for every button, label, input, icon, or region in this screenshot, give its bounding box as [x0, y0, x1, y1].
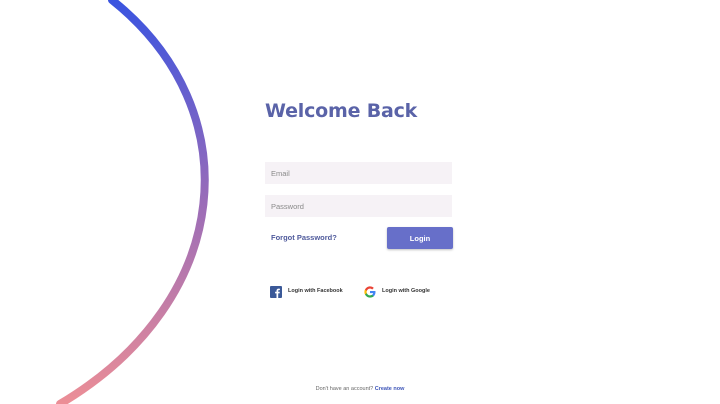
login-button[interactable]: Login — [387, 227, 453, 249]
facebook-label: Login with Facebook — [288, 288, 343, 294]
create-account-link[interactable]: Create now — [375, 386, 405, 392]
signup-prompt: Don't have an account? Create now — [0, 386, 720, 392]
login-page: Welcome Back Forgot Password? Login Logi… — [0, 0, 720, 404]
forgot-password-link[interactable]: Forgot Password? — [271, 233, 337, 242]
login-with-facebook-button[interactable]: Login with Facebook — [270, 285, 343, 298]
email-field[interactable] — [265, 162, 452, 184]
facebook-icon — [270, 285, 282, 298]
signup-prompt-text: Don't have an account? — [315, 386, 374, 392]
page-title: Welcome Back — [265, 100, 418, 122]
login-with-google-button[interactable]: Login with Google — [364, 285, 430, 298]
password-field[interactable] — [265, 195, 452, 217]
google-icon — [364, 285, 376, 298]
google-label: Login with Google — [382, 288, 430, 294]
